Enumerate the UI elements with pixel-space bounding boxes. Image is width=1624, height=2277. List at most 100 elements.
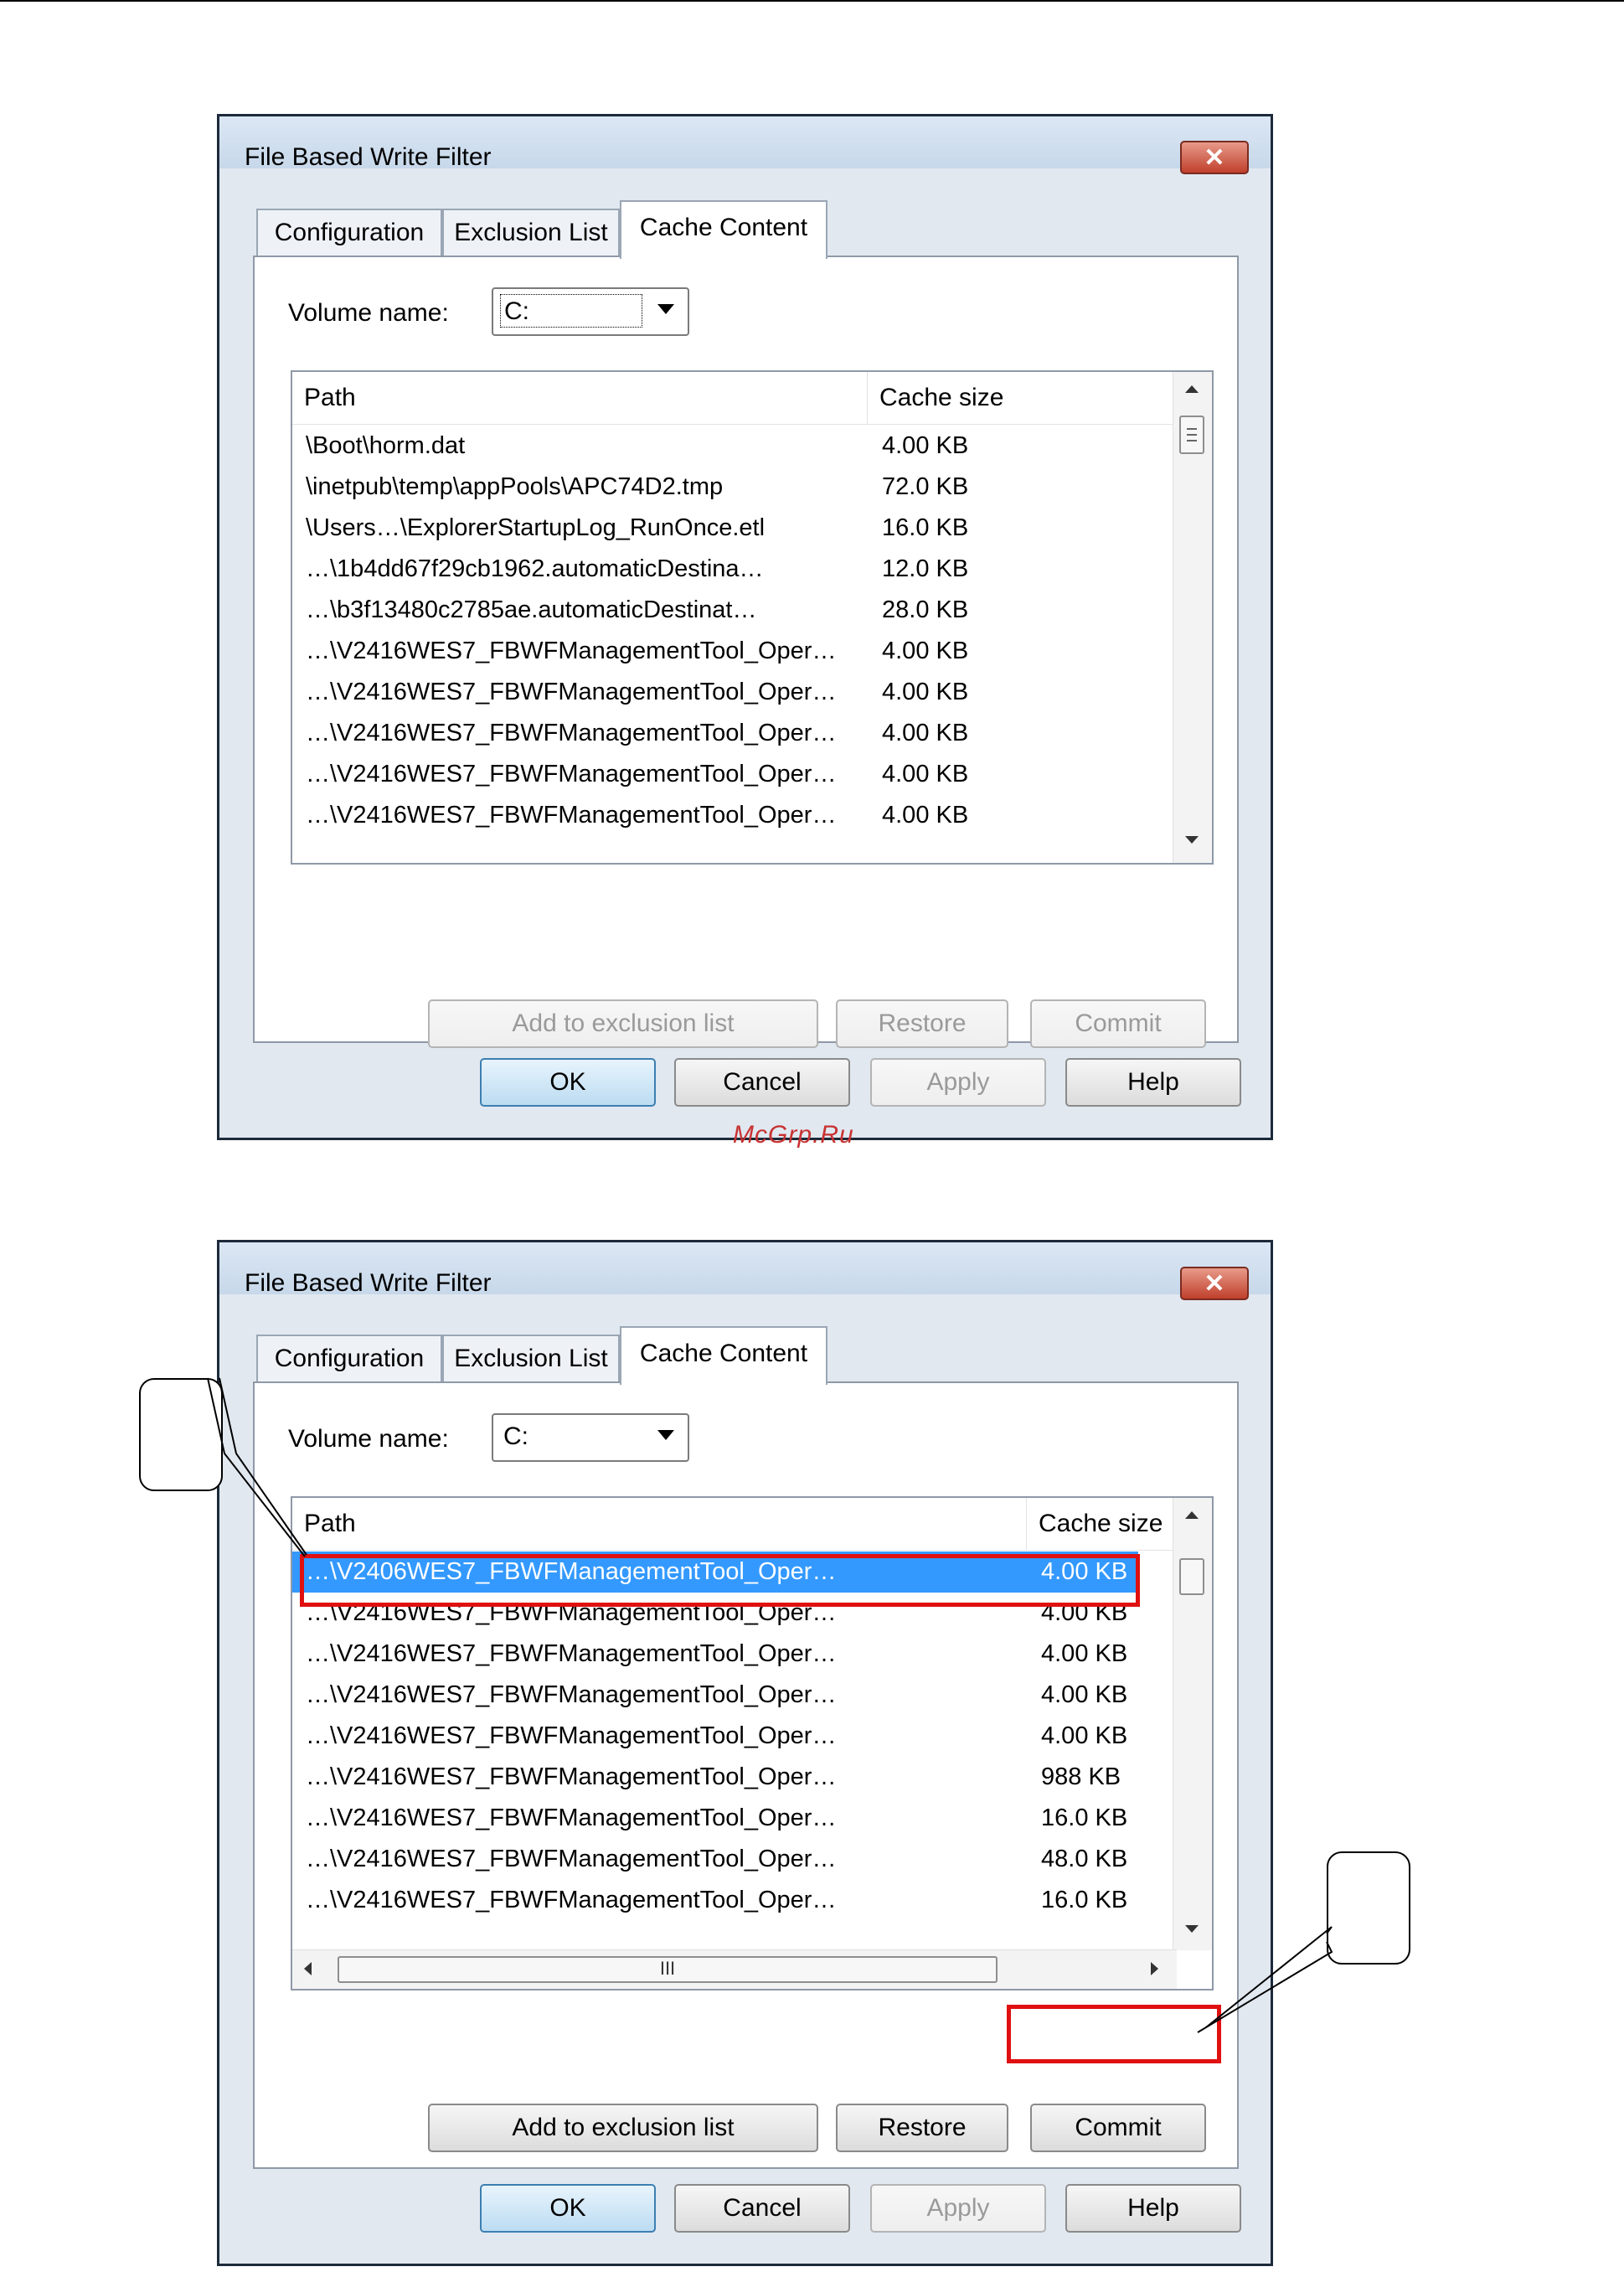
chevron-down-icon bbox=[657, 304, 674, 314]
column-header-cache-size[interactable]: Cache size bbox=[1027, 1498, 1173, 1550]
table-row[interactable]: …\V2416WES7_FBWFManagementTool_Oper… 4.00… bbox=[292, 1634, 1138, 1675]
row-cache-size: 12.0 KB bbox=[882, 555, 969, 582]
row-cache-size: 72.0 KB bbox=[882, 473, 969, 500]
close-button[interactable]: ✕ bbox=[1180, 1267, 1249, 1300]
column-header-cache-size[interactable]: Cache size bbox=[868, 372, 1173, 424]
close-button[interactable]: ✕ bbox=[1180, 141, 1249, 174]
apply-button[interactable]: Apply bbox=[870, 1058, 1046, 1107]
commit-button[interactable]: Commit bbox=[1030, 2104, 1206, 2152]
help-button[interactable]: Help bbox=[1065, 2184, 1241, 2233]
fbwf-dialog-1: File Based Write Filter ✕ Configuration … bbox=[217, 114, 1273, 1140]
row-cache-size: 4.00 KB bbox=[882, 761, 969, 787]
cache-content-panel: Volume name: C: Path Cache size \Boot\ho… bbox=[253, 256, 1239, 1048]
callout-box-1 bbox=[139, 1378, 223, 1491]
table-row[interactable]: …\V2416WES7_FBWFManagementTool_Oper… 48.0… bbox=[292, 1839, 1138, 1880]
callout-box-2 bbox=[1327, 1851, 1410, 1965]
titlebar[interactable]: File Based Write Filter ✕ bbox=[219, 1242, 1271, 1300]
table-row[interactable]: …\V2416WES7_FBWFManagementTool_Oper… 4.00… bbox=[292, 713, 1173, 754]
row-cache-size: 16.0 KB bbox=[1041, 1805, 1128, 1831]
row-path: …\V2416WES7_FBWFManagementTool_Oper… bbox=[306, 1640, 837, 1667]
row-path: …\b3f13480c2785ae.automaticDestinat… bbox=[306, 596, 757, 623]
table-row[interactable]: …\b3f13480c2785ae.automaticDestinat… 28.0… bbox=[292, 590, 1173, 631]
list-header: Path Cache size bbox=[292, 1498, 1173, 1551]
tab-configuration[interactable]: Configuration bbox=[256, 1335, 442, 1381]
row-cache-size: 28.0 KB bbox=[882, 596, 969, 623]
window-title: File Based Write Filter bbox=[245, 143, 492, 171]
row-cache-size: 4.00 KB bbox=[882, 638, 969, 664]
scroll-thumb[interactable] bbox=[1179, 1558, 1204, 1595]
table-row[interactable]: …\V2416WES7_FBWFManagementTool_Oper… 4.00… bbox=[292, 1675, 1138, 1716]
table-row[interactable]: …\V2416WES7_FBWFManagementTool_Oper… 4.00… bbox=[292, 631, 1173, 672]
row-cache-size: 48.0 KB bbox=[1041, 1846, 1128, 1872]
vertical-scrollbar[interactable] bbox=[1173, 372, 1212, 863]
chevron-down-icon bbox=[657, 1430, 674, 1440]
restore-button[interactable]: Restore bbox=[836, 999, 1008, 1048]
apply-button[interactable]: Apply bbox=[870, 2184, 1046, 2233]
row-path: …\V2416WES7_FBWFManagementTool_Oper… bbox=[306, 1805, 837, 1831]
table-row[interactable]: …\V2416WES7_FBWFManagementTool_Oper… 4.00… bbox=[292, 1716, 1138, 1757]
row-path: …\V2416WES7_FBWFManagementTool_Oper… bbox=[306, 679, 837, 705]
ok-button[interactable]: OK bbox=[480, 1058, 656, 1107]
table-row[interactable]: …\V2416WES7_FBWFManagementTool_Oper… 988 … bbox=[292, 1757, 1138, 1798]
horizontal-scroll-thumb[interactable]: III bbox=[338, 1956, 998, 1983]
cancel-button[interactable]: Cancel bbox=[674, 2184, 850, 2233]
scroll-right-icon[interactable] bbox=[1151, 1962, 1158, 1975]
list-header: Path Cache size bbox=[292, 372, 1173, 425]
tab-exclusion-list[interactable]: Exclusion List bbox=[442, 1335, 620, 1381]
scroll-up-icon[interactable] bbox=[1185, 385, 1199, 393]
row-cache-size: 4.00 KB bbox=[882, 720, 969, 746]
table-row[interactable]: …\V2416WES7_FBWFManagementTool_Oper… 4.00… bbox=[292, 795, 1173, 836]
scroll-left-icon[interactable] bbox=[304, 1962, 312, 1975]
table-row[interactable]: \Users…\ExplorerStartupLog_RunOnce.etl 16… bbox=[292, 508, 1173, 549]
table-row[interactable]: …\V2416WES7_FBWFManagementTool_Oper… 4.00… bbox=[292, 754, 1173, 795]
table-row[interactable]: …\V2416WES7_FBWFManagementTool_Oper… 4.00… bbox=[292, 672, 1173, 713]
tab-cache-content[interactable]: Cache Content bbox=[620, 200, 827, 259]
scroll-down-icon[interactable] bbox=[1185, 1925, 1199, 1933]
row-cache-size: 4.00 KB bbox=[882, 432, 969, 459]
table-row[interactable]: …\1b4dd67f29cb1962.automaticDestina… 12.0… bbox=[292, 549, 1173, 590]
window-title: File Based Write Filter bbox=[245, 1269, 492, 1297]
titlebar[interactable]: File Based Write Filter ✕ bbox=[219, 116, 1271, 174]
row-path: \Boot\horm.dat bbox=[306, 432, 466, 459]
help-button[interactable]: Help bbox=[1065, 1058, 1241, 1107]
ok-button[interactable]: OK bbox=[480, 2184, 656, 2233]
tab-cache-content[interactable]: Cache Content bbox=[620, 1326, 827, 1385]
scroll-up-icon[interactable] bbox=[1185, 1511, 1199, 1519]
horizontal-scrollbar[interactable]: III bbox=[292, 1949, 1177, 1989]
restore-button[interactable]: Restore bbox=[836, 2104, 1008, 2152]
tab-exclusion-list[interactable]: Exclusion List bbox=[442, 209, 620, 256]
watermark: McGrp.Ru bbox=[733, 1121, 854, 1149]
table-row[interactable]: \inetpub\temp\appPools\APC74D2.tmp 72.0 K… bbox=[292, 467, 1173, 508]
add-to-exclusion-list-button[interactable]: Add to exclusion list bbox=[428, 2104, 818, 2152]
column-header-path[interactable]: Path bbox=[292, 1498, 1027, 1550]
scroll-down-icon[interactable] bbox=[1185, 836, 1199, 844]
cancel-button[interactable]: Cancel bbox=[674, 1058, 850, 1107]
volume-name-select[interactable]: C: bbox=[492, 1413, 689, 1462]
row-path: …\V2416WES7_FBWFManagementTool_Oper… bbox=[306, 1763, 837, 1790]
grip-line bbox=[1187, 434, 1197, 436]
add-to-exclusion-list-button[interactable]: Add to exclusion list bbox=[428, 999, 818, 1048]
row-path: …\V2416WES7_FBWFManagementTool_Oper… bbox=[306, 1887, 837, 1913]
volume-value: C: bbox=[503, 1422, 528, 1450]
scroll-thumb[interactable] bbox=[1179, 416, 1204, 454]
fbwf-dialog-2: File Based Write Filter ✕ Configuration … bbox=[217, 1240, 1273, 2266]
row-cache-size: 16.0 KB bbox=[882, 514, 969, 541]
column-header-path[interactable]: Path bbox=[292, 372, 868, 424]
page-top-rule bbox=[0, 0, 1624, 2]
row-path: …\V2416WES7_FBWFManagementTool_Oper… bbox=[306, 720, 837, 746]
cache-list[interactable]: Path Cache size \Boot\horm.dat 4.00 KB \in… bbox=[291, 370, 1214, 865]
selected-row-highlight bbox=[300, 1554, 1140, 1607]
row-cache-size: 4.00 KB bbox=[882, 679, 969, 705]
commit-button[interactable]: Commit bbox=[1030, 999, 1206, 1048]
table-row[interactable]: …\V2416WES7_FBWFManagementTool_Oper… 16.0… bbox=[292, 1798, 1138, 1839]
volume-name-label: Volume name: bbox=[288, 299, 449, 327]
row-cache-size: 16.0 KB bbox=[1041, 1887, 1128, 1913]
vertical-scrollbar[interactable] bbox=[1173, 1498, 1212, 1950]
volume-name-select[interactable]: C: bbox=[492, 287, 689, 336]
tab-configuration[interactable]: Configuration bbox=[256, 209, 442, 256]
row-path: …\1b4dd67f29cb1962.automaticDestina… bbox=[306, 555, 764, 582]
table-row[interactable]: …\V2416WES7_FBWFManagementTool_Oper… 16.0… bbox=[292, 1880, 1138, 1921]
grip-line bbox=[1187, 428, 1197, 430]
row-cache-size: 4.00 KB bbox=[1041, 1722, 1128, 1749]
table-row[interactable]: \Boot\horm.dat 4.00 KB bbox=[292, 426, 1173, 467]
